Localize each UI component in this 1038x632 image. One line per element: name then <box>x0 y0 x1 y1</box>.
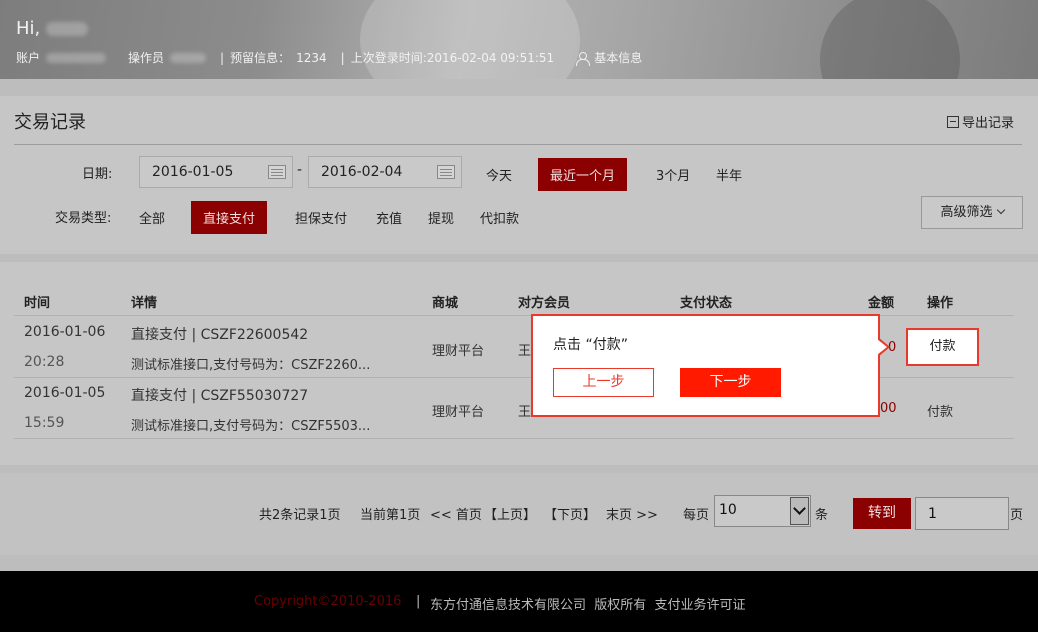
last-login-value: 2016-02-04 09:51:51 <box>426 50 555 65</box>
greeting-text: Hi, <box>16 18 41 39</box>
col-member: 对方会员 <box>518 296 571 311</box>
go-to-page-button[interactable]: 转到 <box>853 498 911 529</box>
reserved-label: 预留信息： <box>230 51 291 65</box>
col-detail: 详情 <box>131 296 158 311</box>
col-status: 支付状态 <box>680 296 733 311</box>
row1-date: 2016-01-06 <box>24 324 106 340</box>
account-info: 账户 操作员 | 预留信息： 1234 | 上次登录时间: 2016-02-04… <box>16 49 654 66</box>
current-page: 当前第1页 <box>360 508 421 523</box>
advanced-filter-button[interactable]: 高级筛选 <box>921 196 1023 229</box>
row2-mall: 理财平台 <box>432 405 485 420</box>
row2-amount: 00 <box>880 401 897 416</box>
next-step-button[interactable]: 下一步 <box>680 368 781 397</box>
reserved-value: 1234 <box>296 50 327 65</box>
date-from-input[interactable]: 2016-01-05 <box>139 156 293 188</box>
type-withhold[interactable]: 代扣款 <box>468 201 531 234</box>
row1-mall: 理财平台 <box>432 344 485 359</box>
copyright: Copyright©2010-2016 <box>254 594 402 609</box>
record-summary: 共2条记录1页 <box>259 508 341 523</box>
row1-member: 王 <box>518 344 532 359</box>
account-label: 账户 <box>16 51 41 65</box>
date-label: 日期: <box>82 167 113 182</box>
range-last-month[interactable]: 最近一个月 <box>538 158 628 191</box>
first-page-link[interactable]: << 首页 <box>430 504 482 523</box>
last-login-label: 上次登录时间: <box>350 51 427 65</box>
pagination: 共2条记录1页 当前第1页 << 首页 【上页】 【下页】 末页 >> 每页 1… <box>0 473 1038 555</box>
type-guarantee-pay[interactable]: 担保支付 <box>283 201 359 234</box>
prev-page-link[interactable]: 【上页】 <box>484 504 536 523</box>
dropdown-arrow-icon[interactable] <box>790 497 809 525</box>
per-page-select[interactable]: 10 <box>714 495 811 527</box>
type-recharge[interactable]: 充值 <box>364 201 414 234</box>
date-to-input[interactable]: 2016-02-04 <box>308 156 462 188</box>
range-today[interactable]: 今天 <box>474 158 524 191</box>
filter-panel: 交易记录 导出记录 日期: 2016-01-05 - 2016-02-04 今天… <box>0 96 1038 254</box>
calendar-icon[interactable] <box>268 165 286 179</box>
export-icon <box>946 115 959 128</box>
page-unit: 页 <box>1010 508 1024 523</box>
footer: Copyright©2010-2016 | 东方付通信息技术有限公司 版权所有 … <box>0 571 1038 632</box>
page-number-input[interactable]: 1 <box>915 497 1009 530</box>
row2-member: 王 <box>518 405 532 420</box>
row2-detail[interactable]: 直接支付 | CSZF55030727 <box>131 385 308 405</box>
type-direct-pay[interactable]: 直接支付 <box>191 201 268 234</box>
export-records-button[interactable]: 导出记录 <box>946 112 1014 131</box>
user-icon <box>576 52 591 66</box>
prev-step-button[interactable]: 上一步 <box>553 368 654 397</box>
chevron-down-icon <box>996 205 1005 215</box>
calendar-icon[interactable] <box>437 165 455 179</box>
col-time: 时间 <box>24 296 51 311</box>
per-page-label: 每页 <box>683 508 710 523</box>
type-label: 交易类型: <box>55 211 112 226</box>
row2-time: 15:59 <box>24 415 65 431</box>
basic-info-link[interactable]: 基本信息 <box>576 49 648 66</box>
range-half-year[interactable]: 半年 <box>704 158 754 191</box>
col-mall: 商城 <box>432 296 459 311</box>
next-page-link[interactable]: 【下页】 <box>544 504 596 523</box>
row1-detail[interactable]: 直接支付 | CSZF22600542 <box>131 324 308 344</box>
type-all[interactable]: 全部 <box>127 201 177 234</box>
user-header: Hi, 账户 操作员 | 预留信息： 1234 | 上次登录时间: 2016-0… <box>0 0 1038 79</box>
page-title: 交易记录 <box>14 112 86 133</box>
per-page-unit: 条 <box>815 508 829 523</box>
guide-tooltip: 点击 “付款” 上一步 下一步 <box>531 314 880 417</box>
operator-label: 操作员 <box>128 51 165 65</box>
company-info: 东方付通信息技术有限公司 版权所有 支付业务许可证 <box>430 598 746 613</box>
row2-pay-button[interactable]: 付款 <box>927 401 953 420</box>
col-amount: 金额 <box>868 296 895 311</box>
username-redacted <box>46 22 89 36</box>
row2-desc: 测试标准接口,支付号码为：CSZF5503... <box>131 419 371 434</box>
row1-desc: 测试标准接口,支付号码为：CSZF2260... <box>131 358 371 373</box>
type-withdraw[interactable]: 提现 <box>416 201 466 234</box>
col-action: 操作 <box>927 296 954 311</box>
tooltip-text: 点击 “付款” <box>553 337 628 353</box>
greeting: Hi, <box>16 18 89 39</box>
range-3-months[interactable]: 3个月 <box>644 158 702 191</box>
last-page-link[interactable]: 末页 >> <box>606 504 658 523</box>
operator-redacted <box>170 52 207 63</box>
row1-time: 20:28 <box>24 354 65 370</box>
records-table: 时间 详情 商城 对方会员 支付状态 金额 操作 2016-01-06 20:2… <box>0 262 1038 465</box>
account-redacted <box>46 52 107 63</box>
row2-date: 2016-01-05 <box>24 385 106 401</box>
row1-pay-button[interactable]: 付款 <box>906 328 979 366</box>
